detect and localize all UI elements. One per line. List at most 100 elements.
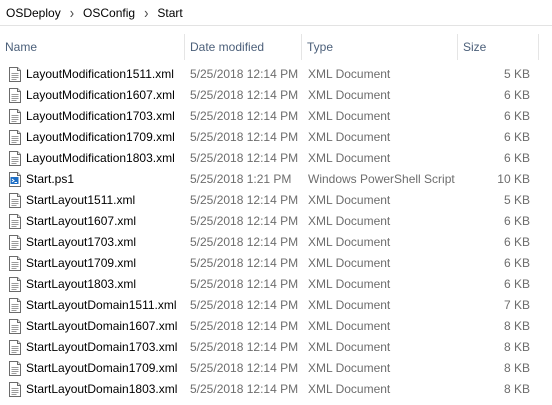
file-date-modified: 5/25/2018 12:14 PM bbox=[190, 382, 299, 396]
breadcrumb: OSDeploy › OSConfig › Start bbox=[0, 0, 552, 26]
file-size: 6 KB bbox=[503, 277, 530, 291]
file-name: StartLayoutDomain1803.xml bbox=[26, 382, 178, 396]
file-size: 10 KB bbox=[497, 172, 530, 186]
file-name: StartLayout1709.xml bbox=[26, 256, 137, 270]
breadcrumb-item-osdeploy[interactable]: OSDeploy bbox=[6, 6, 61, 20]
file-type: XML Document bbox=[308, 130, 391, 144]
powershell-script-icon bbox=[9, 172, 21, 187]
file-type: XML Document bbox=[308, 151, 391, 165]
xml-file-icon bbox=[9, 340, 21, 355]
file-type: Windows PowerShell Script bbox=[308, 172, 455, 186]
file-row[interactable]: StartLayout1709.xml 5/25/2018 12:14 PM XML… bbox=[0, 253, 552, 274]
xml-file-icon bbox=[9, 319, 21, 334]
file-date-modified: 5/25/2018 12:14 PM bbox=[190, 298, 299, 312]
file-name: StartLayout1607.xml bbox=[26, 214, 137, 228]
file-date-modified: 5/25/2018 12:14 PM bbox=[190, 88, 299, 102]
file-row[interactable]: StartLayout1803.xml 5/25/2018 12:14 PM XML… bbox=[0, 274, 552, 295]
file-row[interactable]: StartLayout1511.xml 5/25/2018 12:14 PM XML… bbox=[0, 190, 552, 211]
file-size: 6 KB bbox=[503, 109, 530, 123]
file-date-modified: 5/25/2018 12:14 PM bbox=[190, 109, 299, 123]
file-size: 5 KB bbox=[503, 67, 530, 81]
xml-file-icon bbox=[9, 130, 21, 145]
file-size: 8 KB bbox=[503, 382, 530, 396]
file-row[interactable]: StartLayoutDomain1709.xml 5/25/2018 12:14… bbox=[0, 358, 552, 379]
file-size: 5 KB bbox=[503, 193, 530, 207]
xml-file-icon bbox=[9, 193, 21, 208]
file-date-modified: 5/25/2018 12:14 PM bbox=[190, 256, 299, 270]
file-date-modified: 5/25/2018 1:21 PM bbox=[190, 172, 292, 186]
file-size: 6 KB bbox=[503, 151, 530, 165]
column-header-bar: Name Date modified Type Size bbox=[0, 34, 552, 60]
file-size: 8 KB bbox=[503, 340, 530, 354]
file-row[interactable]: LayoutModification1511.xml 5/25/2018 12:1… bbox=[0, 64, 552, 85]
xml-file-icon bbox=[9, 235, 21, 250]
column-header-name[interactable]: Name bbox=[0, 34, 184, 60]
file-date-modified: 5/25/2018 12:14 PM bbox=[190, 340, 299, 354]
xml-file-icon bbox=[9, 361, 21, 376]
file-row[interactable]: LayoutModification1803.xml 5/25/2018 12:1… bbox=[0, 148, 552, 169]
file-row[interactable]: StartLayoutDomain1803.xml 5/25/2018 12:14… bbox=[0, 379, 552, 400]
file-name: Start.ps1 bbox=[26, 172, 75, 186]
file-type: XML Document bbox=[308, 67, 391, 81]
file-name: LayoutModification1607.xml bbox=[26, 88, 175, 102]
file-row[interactable]: LayoutModification1607.xml 5/25/2018 12:1… bbox=[0, 85, 552, 106]
xml-file-icon bbox=[9, 151, 21, 166]
xml-file-icon bbox=[9, 382, 21, 397]
column-header-size-label: Size bbox=[463, 40, 487, 54]
file-row[interactable]: StartLayoutDomain1511.xml 5/25/2018 12:14… bbox=[0, 295, 552, 316]
file-name: StartLayoutDomain1703.xml bbox=[26, 340, 178, 354]
file-name: StartLayout1803.xml bbox=[26, 277, 137, 291]
xml-file-icon bbox=[9, 67, 21, 82]
file-size: 6 KB bbox=[503, 88, 530, 102]
file-date-modified: 5/25/2018 12:14 PM bbox=[190, 361, 299, 375]
file-size: 6 KB bbox=[503, 130, 530, 144]
file-size: 6 KB bbox=[503, 256, 530, 270]
file-row[interactable]: StartLayoutDomain1607.xml 5/25/2018 12:14… bbox=[0, 316, 552, 337]
file-date-modified: 5/25/2018 12:14 PM bbox=[190, 130, 299, 144]
file-type: XML Document bbox=[308, 235, 391, 249]
file-date-modified: 5/25/2018 12:14 PM bbox=[190, 214, 299, 228]
chevron-right-icon[interactable]: › bbox=[144, 4, 148, 22]
file-row[interactable]: StartLayout1703.xml 5/25/2018 12:14 PM XML… bbox=[0, 232, 552, 253]
file-size: 6 KB bbox=[503, 214, 530, 228]
breadcrumb-item-start[interactable]: Start bbox=[157, 6, 182, 20]
column-header-size[interactable]: Size bbox=[458, 34, 538, 60]
file-row[interactable]: StartLayout1607.xml 5/25/2018 12:14 PM XML… bbox=[0, 211, 552, 232]
file-type: XML Document bbox=[308, 277, 391, 291]
column-header-name-label: Name bbox=[5, 40, 38, 54]
file-size: 7 KB bbox=[503, 298, 530, 312]
column-header-date[interactable]: Date modified bbox=[185, 34, 301, 60]
file-row[interactable]: LayoutModification1703.xml 5/25/2018 12:1… bbox=[0, 106, 552, 127]
file-type: XML Document bbox=[308, 340, 391, 354]
chevron-right-icon[interactable]: › bbox=[70, 4, 74, 22]
file-type: XML Document bbox=[308, 319, 391, 333]
file-name: StartLayoutDomain1709.xml bbox=[26, 361, 178, 375]
file-name: LayoutModification1511.xml bbox=[26, 67, 174, 81]
column-divider[interactable] bbox=[538, 34, 539, 60]
file-name: StartLayoutDomain1607.xml bbox=[26, 319, 178, 333]
file-date-modified: 5/25/2018 12:14 PM bbox=[190, 235, 299, 249]
column-header-type[interactable]: Type bbox=[302, 34, 457, 60]
file-name: StartLayout1703.xml bbox=[26, 235, 137, 249]
xml-file-icon bbox=[9, 214, 21, 229]
xml-file-icon bbox=[9, 277, 21, 292]
xml-file-icon bbox=[9, 298, 21, 313]
file-type: XML Document bbox=[308, 382, 391, 396]
file-date-modified: 5/25/2018 12:14 PM bbox=[190, 67, 299, 81]
file-type: XML Document bbox=[308, 193, 391, 207]
file-name: LayoutModification1703.xml bbox=[26, 109, 175, 123]
file-row[interactable]: Start.ps1 5/25/2018 1:21 PM Windows PowerS… bbox=[0, 169, 552, 190]
column-header-type-label: Type bbox=[307, 40, 334, 54]
breadcrumb-item-osconfig[interactable]: OSConfig bbox=[83, 6, 135, 20]
file-type: XML Document bbox=[308, 88, 391, 102]
file-name: LayoutModification1803.xml bbox=[26, 151, 175, 165]
file-type: XML Document bbox=[308, 361, 391, 375]
xml-file-icon bbox=[9, 256, 21, 271]
file-size: 6 KB bbox=[503, 235, 530, 249]
file-name: StartLayoutDomain1511.xml bbox=[26, 298, 177, 312]
file-size: 8 KB bbox=[503, 319, 530, 333]
file-row[interactable]: StartLayoutDomain1703.xml 5/25/2018 12:14… bbox=[0, 337, 552, 358]
file-date-modified: 5/25/2018 12:14 PM bbox=[190, 277, 299, 291]
file-date-modified: 5/25/2018 12:14 PM bbox=[190, 151, 299, 165]
file-row[interactable]: LayoutModification1709.xml 5/25/2018 12:1… bbox=[0, 127, 552, 148]
